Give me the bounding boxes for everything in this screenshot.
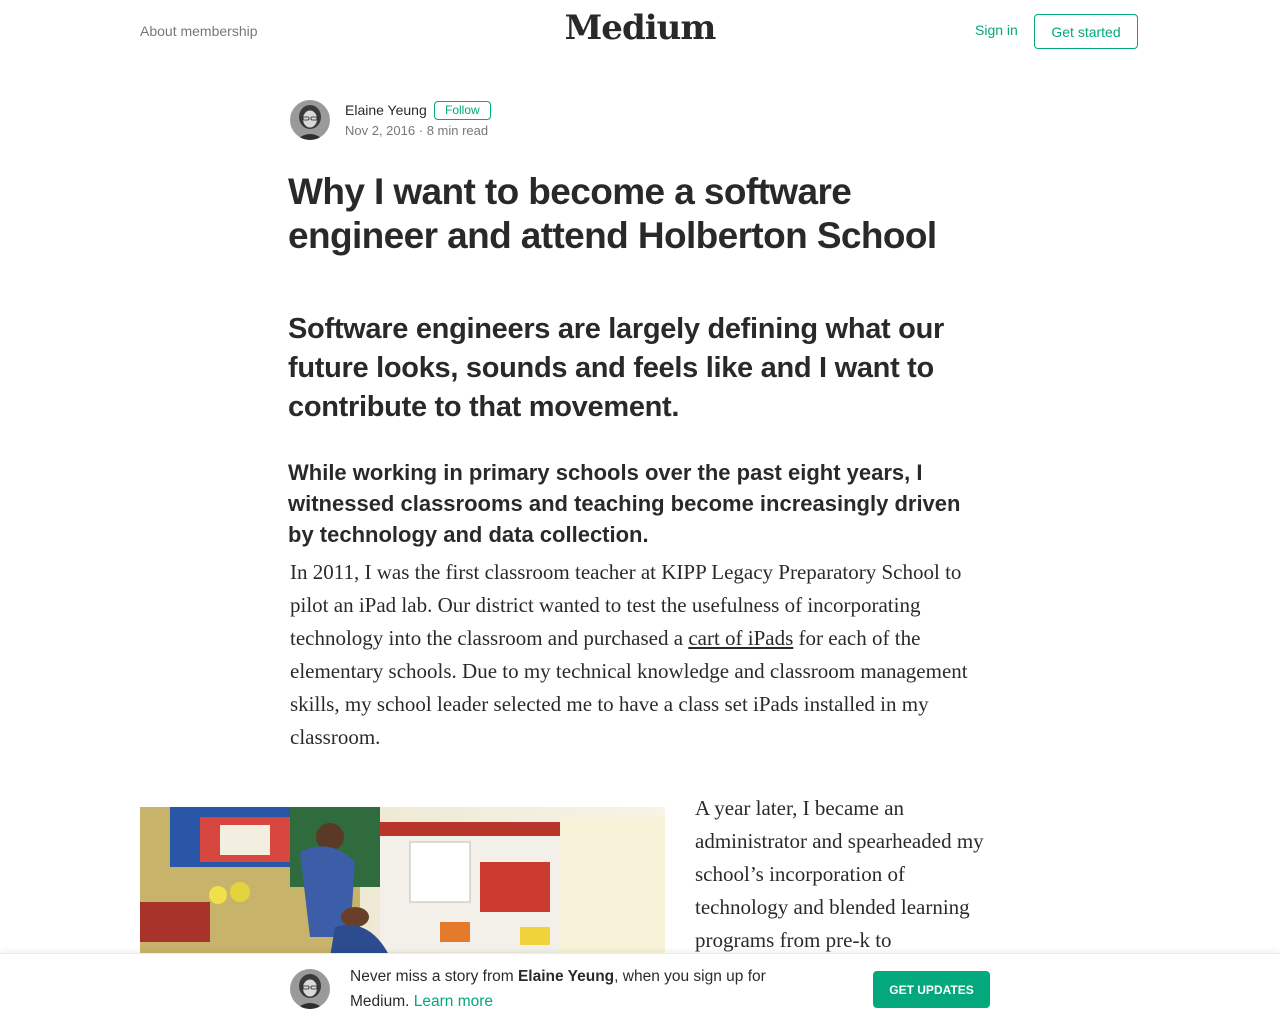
message-text: Never miss a story from xyxy=(350,968,518,985)
signup-banner: Never miss a story from Elaine Yeung, wh… xyxy=(0,953,1280,1025)
article-title: Why I want to become a software engineer… xyxy=(288,171,937,256)
banner-author-avatar[interactable] xyxy=(290,969,330,1009)
article-paragraph: In 2011, I was the first classroom teach… xyxy=(290,556,990,754)
read-time: 8 min read xyxy=(426,123,489,138)
sign-in-link[interactable]: Sign in xyxy=(975,22,1018,38)
post-meta: Nov 2, 2016 · 8 min read xyxy=(345,123,488,138)
classroom-photo[interactable] xyxy=(140,807,665,957)
cart-of-ipads-link[interactable]: cart of iPads xyxy=(688,626,793,650)
meta-separator: · xyxy=(418,123,424,138)
article-kicker: While working in primary schools over th… xyxy=(288,460,961,547)
get-updates-button[interactable]: GET UPDATES xyxy=(873,971,990,1008)
follow-button[interactable]: Follow xyxy=(434,101,491,120)
post-date: Nov 2, 2016 xyxy=(345,123,416,138)
top-navigation: About membership Medium Sign in Get star… xyxy=(0,0,1280,64)
about-membership-link[interactable]: About membership xyxy=(140,23,258,39)
medium-logo[interactable]: Medium xyxy=(540,8,740,48)
article-paragraph-2: A year later, I became an administrator … xyxy=(695,796,984,952)
author-avatar[interactable] xyxy=(290,100,330,140)
classroom-image xyxy=(140,807,665,957)
learn-more-link[interactable]: Learn more xyxy=(414,993,493,1010)
avatar-image xyxy=(290,100,330,140)
article-subtitle: Software engineers are largely defining … xyxy=(288,313,944,423)
author-name[interactable]: Elaine Yeung xyxy=(345,102,427,118)
message-author: Elaine Yeung xyxy=(517,968,615,985)
avatar-image xyxy=(290,969,330,1009)
get-started-button[interactable]: Get started xyxy=(1034,14,1138,49)
signup-message: Never miss a story from Elaine Yeung, wh… xyxy=(350,964,820,1014)
